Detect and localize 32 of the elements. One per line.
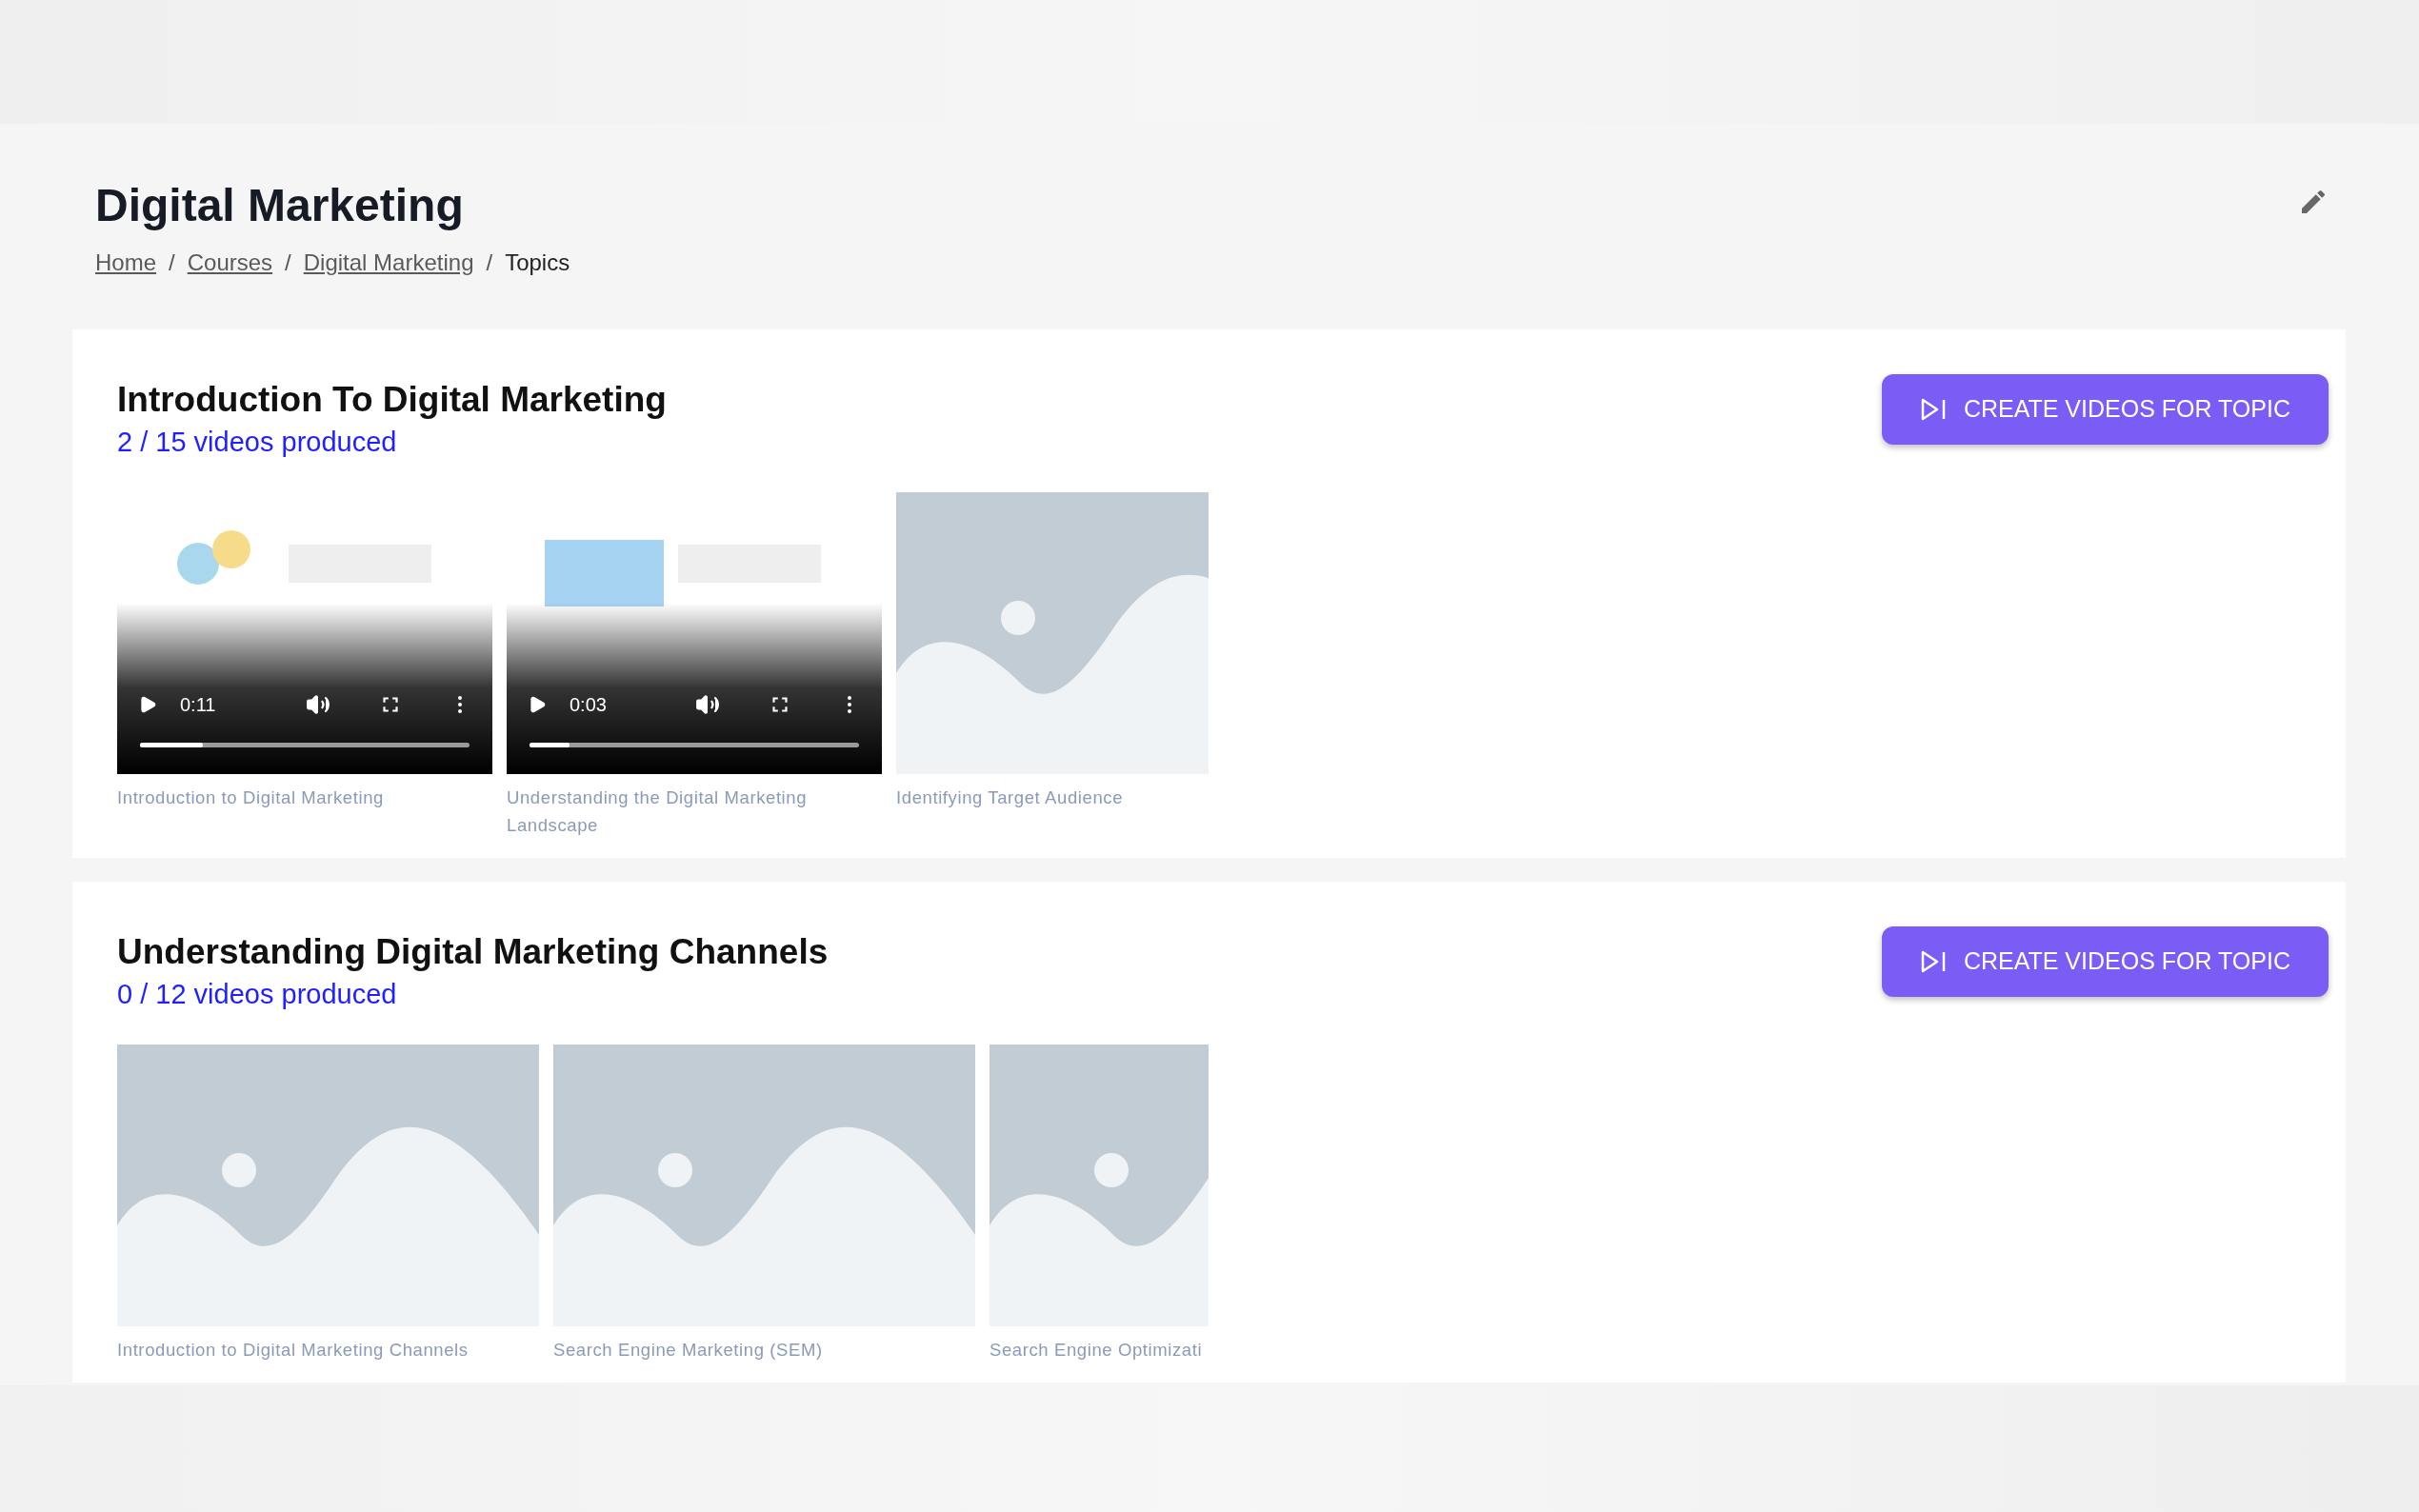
play-icon[interactable] — [528, 695, 547, 714]
video-time: 0:03 — [570, 693, 607, 717]
video-caption: Understanding the Digital Marketing Landscape — [507, 786, 809, 837]
topic-title: Understanding Digital Marketing Channels — [117, 931, 829, 973]
video-caption: Introduction to Digital Marketing Channels — [117, 1339, 470, 1362]
volume-icon[interactable] — [306, 692, 330, 717]
page-title: Digital Marketing — [95, 179, 465, 232]
video-caption: Search Engine Optimizati — [990, 1339, 1204, 1362]
play-icon[interactable] — [138, 695, 157, 714]
video-time: 0:11 — [180, 693, 216, 717]
videos-produced-count: 2 / 15 videos produced — [117, 426, 398, 459]
play-next-icon — [1919, 949, 1947, 974]
video-caption: Introduction to Digital Marketing — [117, 786, 385, 809]
video-player[interactable]: 0:11 — [117, 492, 492, 774]
progress-track[interactable] — [530, 743, 859, 747]
breadcrumb-link[interactable]: Courses — [187, 246, 273, 280]
volume-icon[interactable] — [695, 692, 720, 717]
breadcrumb-separator: / — [486, 249, 493, 277]
breadcrumb-link[interactable]: Digital Marketing — [303, 246, 474, 280]
breadcrumb-separator: / — [285, 249, 291, 277]
videos-produced-count: 0 / 12 videos produced — [117, 978, 398, 1011]
video-caption: Search Engine Marketing (SEM) — [553, 1339, 824, 1362]
breadcrumb-link[interactable]: Home — [95, 246, 157, 280]
create-videos-button[interactable]: CREATE VIDEOS FOR TOPIC — [1881, 926, 2329, 997]
create-videos-button[interactable]: CREATE VIDEOS FOR TOPIC — [1881, 374, 2329, 445]
video-caption: Identifying Target Audience — [896, 786, 1125, 809]
play-next-icon — [1919, 397, 1947, 422]
progress-track[interactable] — [140, 743, 470, 747]
breadcrumb-current: Topics — [505, 249, 570, 277]
topic-title: Introduction To Digital Marketing — [117, 379, 667, 421]
breadcrumb-separator: / — [169, 249, 175, 277]
video-player[interactable]: 0:03 — [507, 492, 882, 774]
